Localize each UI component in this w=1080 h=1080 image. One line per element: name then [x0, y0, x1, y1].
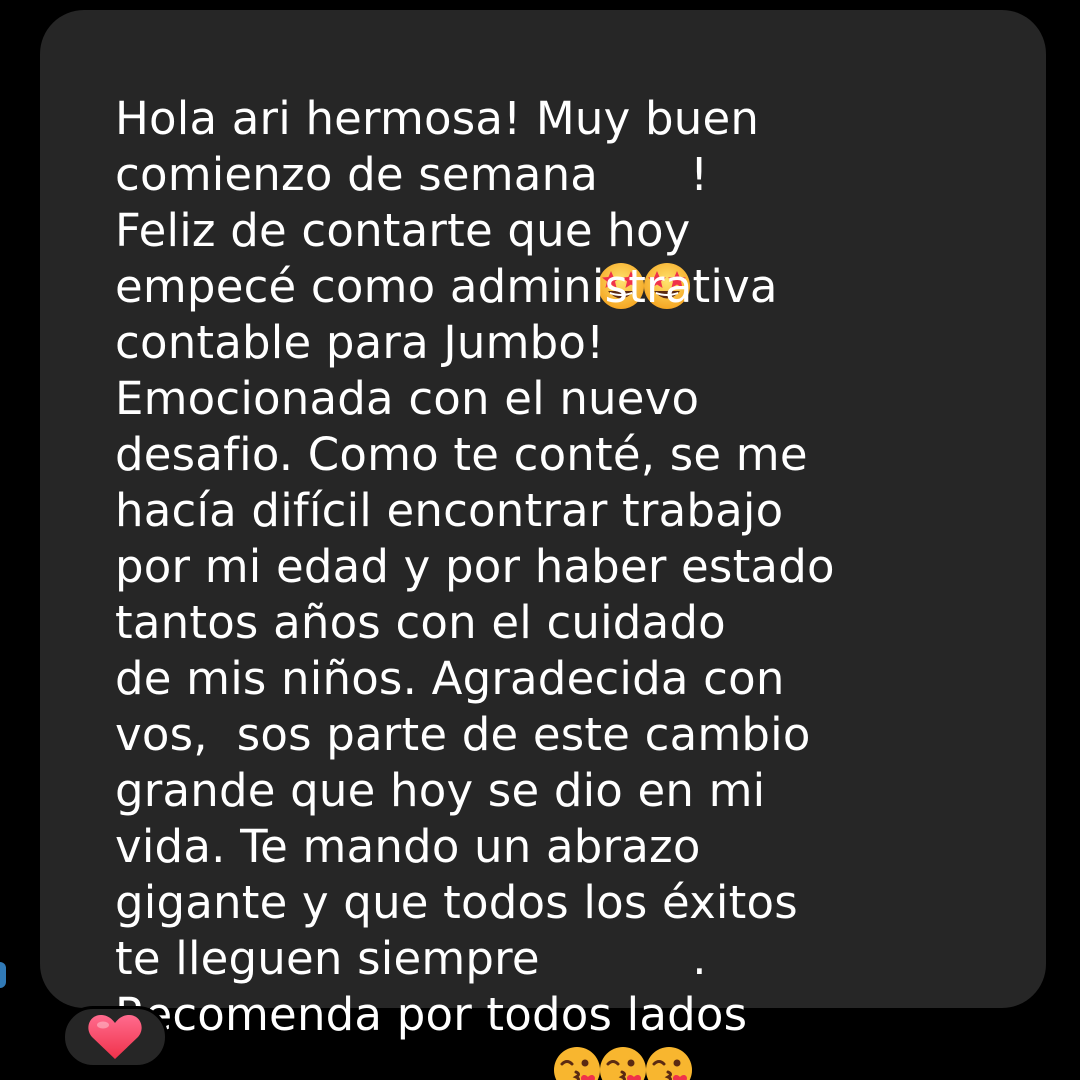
message-line: Hola ari hermosa! Muy buen: [86, 35, 759, 145]
message-line: vos, sos parte de este cambio: [86, 651, 811, 761]
message-line: grande que hoy se dio en mi: [86, 707, 765, 817]
message-line: tantos años con el cuidado: [86, 539, 726, 649]
message-line: comienzo de semana !: [86, 91, 708, 309]
message-line: vida. Te mando un abrazo: [86, 763, 701, 873]
message-line: hacía difícil encontrar trabajo: [86, 427, 783, 537]
message-line: por mi edad y por haber estado: [86, 483, 835, 593]
message-line: desafio. Como te conté, se me: [86, 371, 808, 481]
message-line: gigante y que todos los éxitos: [86, 819, 798, 929]
message-text-suffix: !: [690, 148, 709, 201]
message-line: Recomenda por todos lados: [86, 931, 747, 1041]
message-line: Emocionada con el nuevo: [86, 315, 699, 425]
message-line: contable para Jumbo!: [86, 259, 604, 369]
message-line: de mis niños. Agradecida con: [86, 595, 785, 705]
reaction-pill[interactable]: [62, 1006, 168, 1068]
red-heart-emoji: [86, 1012, 144, 1062]
avatar-edge: [0, 962, 6, 988]
message-text: Recomenda por todos lados: [115, 988, 748, 1041]
message-line: Feliz de contarte que hoy: [86, 147, 691, 257]
message-line: te lleguen siempre .: [86, 875, 707, 1080]
message-line: empecé como administrativa: [86, 203, 778, 313]
